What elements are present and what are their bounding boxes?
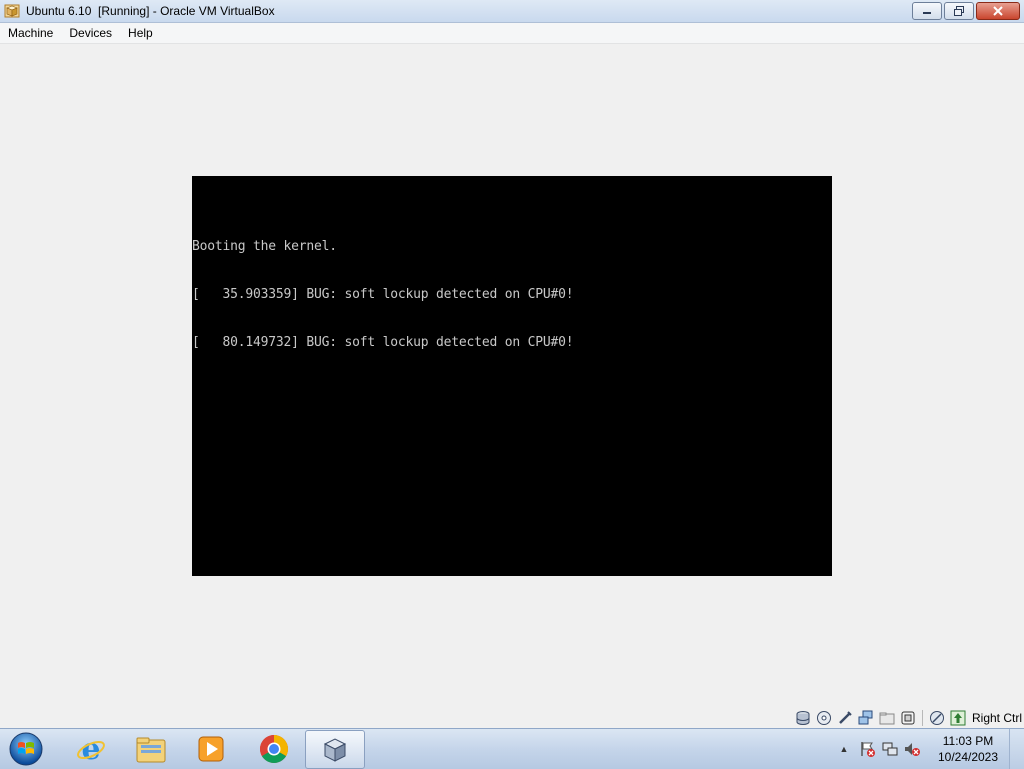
media-player-icon — [198, 736, 224, 761]
console-line: [ 35.903359] BUG: soft lockup detected o… — [192, 287, 574, 302]
video-capture-icon[interactable] — [899, 709, 917, 727]
minimize-button[interactable] — [912, 2, 942, 20]
restore-icon — [954, 6, 964, 16]
console-line: Booting the kernel. — [192, 239, 337, 254]
network-tray-icon[interactable] — [879, 738, 901, 760]
volume-muted-icon[interactable] — [901, 738, 923, 760]
start-button[interactable] — [6, 731, 46, 767]
window-title: Ubuntu 6.10 [Running] - Oracle VM Virtua… — [26, 4, 275, 18]
restore-button[interactable] — [944, 2, 974, 20]
vm-status-bar: Right Ctrl — [794, 708, 1022, 728]
menu-machine[interactable]: Machine — [0, 23, 61, 43]
console-output: Booting the kernel. [ 35.903359] BUG: so… — [192, 207, 832, 383]
show-hidden-icons-arrow[interactable]: ▲ — [837, 744, 851, 754]
system-tray: ▲ 11:03 PM 10/24/2023 — [837, 729, 1024, 769]
menu-devices[interactable]: Devices — [61, 23, 120, 43]
virtualbox-app-icon — [4, 4, 20, 18]
show-desktop-button[interactable] — [1009, 729, 1024, 769]
svg-text:e: e — [81, 733, 100, 765]
action-center-flag-icon[interactable] — [857, 738, 879, 760]
menu-bar: Machine Devices Help — [0, 23, 1024, 44]
clock-date: 10/24/2023 — [937, 750, 999, 764]
network-icon[interactable] — [857, 709, 875, 727]
menu-help[interactable]: Help — [120, 23, 161, 43]
vm-display[interactable]: Booting the kernel. [ 35.903359] BUG: so… — [192, 176, 832, 576]
host-key-label: Right Ctrl — [971, 711, 1022, 725]
clock[interactable]: 11:03 PM 10/24/2023 — [927, 733, 1009, 765]
optical-drive-icon[interactable] — [815, 709, 833, 727]
mouse-integration-icon[interactable] — [928, 709, 946, 727]
shared-folders-icon[interactable] — [878, 709, 896, 727]
title-bar[interactable]: Ubuntu 6.10 [Running] - Oracle VM Virtua… — [0, 0, 1024, 23]
taskbar-file-explorer[interactable] — [122, 730, 180, 767]
close-icon — [993, 6, 1003, 16]
internet-explorer-icon: e — [77, 733, 105, 765]
minimize-icon — [923, 12, 931, 14]
chrome-icon — [260, 734, 288, 763]
taskbar-internet-explorer[interactable]: e — [62, 730, 120, 767]
clock-time: 11:03 PM — [942, 734, 994, 748]
host-key-arrow-icon — [949, 709, 967, 727]
taskbar: e ▲ 11:03 PM 10/24/2023 — [0, 728, 1024, 769]
windows-start-orb — [9, 732, 43, 766]
file-explorer-icon — [136, 737, 166, 762]
taskbar-virtualbox[interactable] — [305, 730, 365, 769]
usb-icon[interactable] — [836, 709, 854, 727]
status-separator — [921, 710, 923, 726]
virtualbox-icon — [323, 737, 347, 762]
console-line: [ 80.149732] BUG: soft lockup detected o… — [192, 335, 574, 350]
taskbar-media-player[interactable] — [182, 730, 240, 767]
window-controls — [912, 2, 1020, 20]
close-button[interactable] — [976, 2, 1020, 20]
taskbar-chrome[interactable] — [245, 730, 303, 767]
hard-disk-icon[interactable] — [794, 709, 812, 727]
